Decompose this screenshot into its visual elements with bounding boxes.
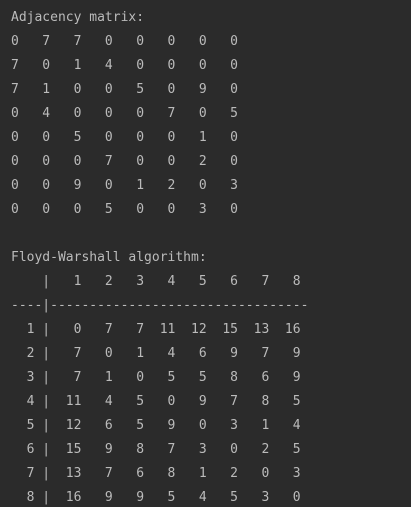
floyd-row: 1 | 0 7 7 11 12 15 13 16 [11,322,301,337]
floyd-row: 8 | 16 9 9 5 4 5 3 0 [11,490,301,505]
floyd-separator: ----|--------------------------------- [11,298,309,313]
floyd-row: 5 | 12 6 5 9 0 3 1 4 [11,418,301,433]
floyd-row: 4 | 11 4 5 0 9 7 8 5 [11,394,301,409]
floyd-row: 3 | 7 1 0 5 5 8 6 9 [11,370,301,385]
adjacency-row: 0 4 0 0 0 7 0 5 [11,106,238,121]
floyd-row: 7 | 13 7 6 8 1 2 0 3 [11,466,301,481]
floyd-row: 6 | 15 9 8 7 3 0 2 5 [11,442,301,457]
adjacency-header: Adjacency matrix: [11,10,145,25]
floyd-column-header: | 1 2 3 4 5 6 7 8 [11,274,301,289]
adjacency-row: 0 0 0 5 0 0 3 0 [11,202,238,217]
floyd-row: 2 | 7 0 1 4 6 9 7 9 [11,346,301,361]
adjacency-row: 7 1 0 0 5 0 9 0 [11,82,238,97]
adjacency-row: 0 0 5 0 0 0 1 0 [11,130,238,145]
adjacency-row: 7 0 1 4 0 0 0 0 [11,58,238,73]
floyd-header: Floyd-Warshall algorithm: [11,250,207,265]
adjacency-row: 0 0 9 0 1 2 0 3 [11,178,238,193]
adjacency-row: 0 0 0 7 0 0 2 0 [11,154,238,169]
adjacency-row: 0 7 7 0 0 0 0 0 [11,34,238,49]
console-output: Adjacency matrix: 0 7 7 0 0 0 0 0 7 0 1 … [0,0,411,507]
